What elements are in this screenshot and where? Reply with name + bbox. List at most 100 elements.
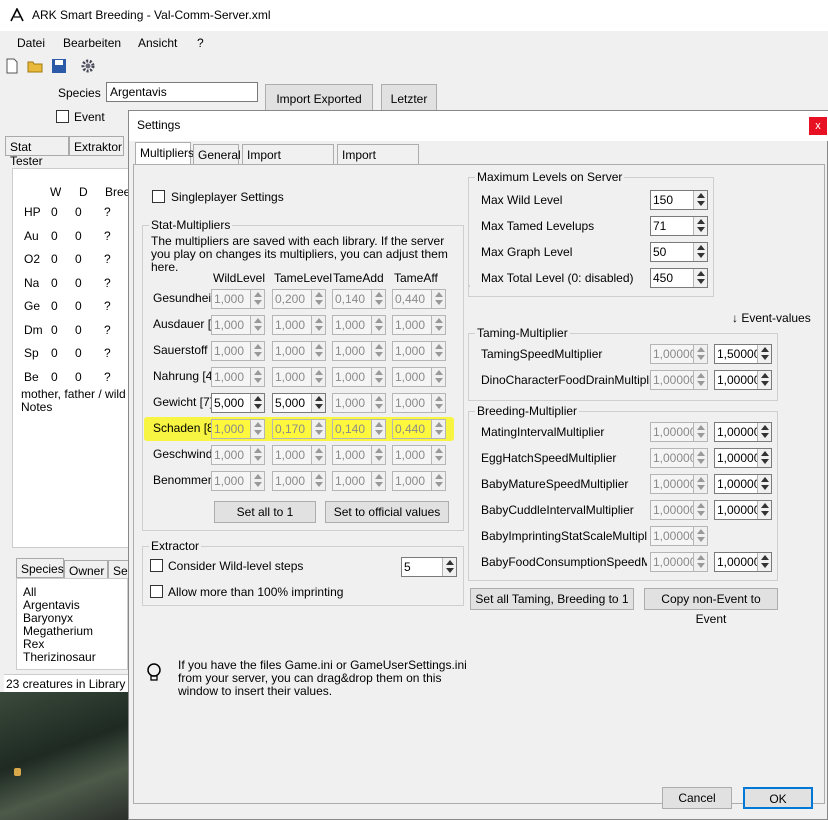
event-checkbox[interactable] xyxy=(56,110,69,123)
spinner-icon[interactable] xyxy=(757,553,771,571)
spinner-icon[interactable] xyxy=(431,446,445,464)
stat-multiplier-input[interactable]: 1,000 xyxy=(332,341,386,361)
new-file-icon[interactable] xyxy=(4,58,20,74)
stat-multiplier-input[interactable]: 1,000 xyxy=(392,445,446,465)
tab-import-exported[interactable]: Import Exported xyxy=(337,144,419,176)
spinner-icon[interactable] xyxy=(431,342,445,360)
stat-multiplier-input[interactable]: 0,140 xyxy=(332,419,386,439)
tab-import-savegame[interactable]: Import Savegame xyxy=(242,144,334,176)
stat-multiplier-input[interactable]: 5,000 xyxy=(211,393,265,413)
close-button[interactable]: x xyxy=(809,117,827,135)
spinner-icon[interactable] xyxy=(371,342,385,360)
species-list-item[interactable]: Megatherium xyxy=(23,624,93,638)
spinner-icon[interactable] xyxy=(757,501,771,519)
max-level-input[interactable]: 450 xyxy=(650,268,708,288)
spinner-icon[interactable] xyxy=(757,475,771,493)
spinner-icon[interactable] xyxy=(757,449,771,467)
stat-multiplier-input[interactable]: 1,000 xyxy=(211,289,265,309)
letzter-button[interactable]: Letzter xyxy=(381,84,437,112)
spinner-icon[interactable] xyxy=(757,423,771,441)
spinner-icon[interactable] xyxy=(431,290,445,308)
stat-multiplier-input[interactable]: 1,000 xyxy=(332,367,386,387)
spinner-icon[interactable] xyxy=(757,345,771,363)
spinner-icon[interactable] xyxy=(371,368,385,386)
spinner-icon[interactable] xyxy=(693,371,707,389)
spinner-icon[interactable] xyxy=(693,423,707,441)
spinner-icon[interactable] xyxy=(250,316,264,334)
spinner-icon[interactable] xyxy=(693,553,707,571)
spinner-icon[interactable] xyxy=(693,475,707,493)
spinner-icon[interactable] xyxy=(693,191,707,209)
breeding-input[interactable]: 1,00000 xyxy=(650,422,708,442)
spinner-icon[interactable] xyxy=(250,394,264,412)
spinner-icon[interactable] xyxy=(311,394,325,412)
species-list-item[interactable]: Baryonyx xyxy=(23,611,73,625)
spinner-icon[interactable] xyxy=(693,269,707,287)
spinner-icon[interactable] xyxy=(693,501,707,519)
stat-multiplier-input[interactable]: 1,000 xyxy=(211,341,265,361)
stat-multiplier-input[interactable]: 0,170 xyxy=(272,419,326,439)
spinner-icon[interactable] xyxy=(311,472,325,490)
wild-steps-input[interactable]: 5 xyxy=(401,557,457,577)
breeding-input[interactable]: 1,00000 xyxy=(714,448,772,468)
max-level-input[interactable]: 150 xyxy=(650,190,708,210)
spinner-icon[interactable] xyxy=(311,342,325,360)
stat-multiplier-input[interactable]: 1,000 xyxy=(211,315,265,335)
stat-multiplier-input[interactable]: 0,200 xyxy=(272,289,326,309)
stat-multiplier-input[interactable]: 1,000 xyxy=(332,471,386,491)
spinner-icon[interactable] xyxy=(442,558,456,576)
stat-multiplier-input[interactable]: 1,000 xyxy=(392,341,446,361)
tab-stat-tester[interactable]: Stat Tester xyxy=(5,136,69,168)
spinner-icon[interactable] xyxy=(431,420,445,438)
spinner-icon[interactable] xyxy=(311,420,325,438)
stat-multiplier-input[interactable]: 1,000 xyxy=(392,393,446,413)
wild-steps-checkbox[interactable] xyxy=(150,559,163,572)
import-exported-button[interactable]: Import Exported xyxy=(265,84,373,112)
stat-multiplier-input[interactable]: 1,000 xyxy=(211,471,265,491)
stat-multiplier-input[interactable]: 1,000 xyxy=(392,367,446,387)
stat-multiplier-input[interactable]: 1,000 xyxy=(211,445,265,465)
taming-input[interactable]: 1,50000 xyxy=(714,344,772,364)
species-list-item[interactable]: Therizinosaur xyxy=(23,650,96,664)
stat-multiplier-input[interactable]: 1,000 xyxy=(272,341,326,361)
cancel-button[interactable]: Cancel xyxy=(662,787,732,809)
stat-multiplier-input[interactable]: 1,000 xyxy=(332,445,386,465)
spinner-icon[interactable] xyxy=(311,316,325,334)
spinner-icon[interactable] xyxy=(371,472,385,490)
spinner-icon[interactable] xyxy=(250,368,264,386)
stat-multiplier-input[interactable]: 0,440 xyxy=(392,419,446,439)
max-level-input[interactable]: 50 xyxy=(650,242,708,262)
taming-input[interactable]: 1,00000 xyxy=(650,370,708,390)
taming-input[interactable]: 1,00000 xyxy=(714,370,772,390)
menu-bearbeiten[interactable]: Bearbeiten xyxy=(63,36,121,50)
stat-multiplier-input[interactable]: 1,000 xyxy=(332,315,386,335)
breeding-input[interactable]: 1,00000 xyxy=(714,500,772,520)
spinner-icon[interactable] xyxy=(371,446,385,464)
stat-multiplier-input[interactable]: 1,000 xyxy=(392,471,446,491)
spinner-icon[interactable] xyxy=(371,420,385,438)
stat-multiplier-input[interactable]: 1,000 xyxy=(272,315,326,335)
tab-general[interactable]: General xyxy=(193,144,241,164)
stat-multiplier-input[interactable]: 1,000 xyxy=(272,471,326,491)
spinner-icon[interactable] xyxy=(693,449,707,467)
menu-ansicht[interactable]: Ansicht xyxy=(138,36,177,50)
spinner-icon[interactable] xyxy=(311,290,325,308)
spinner-icon[interactable] xyxy=(311,446,325,464)
stat-multiplier-input[interactable]: 1,000 xyxy=(272,445,326,465)
breeding-input[interactable]: 1,00000 xyxy=(714,474,772,494)
spinner-icon[interactable] xyxy=(250,472,264,490)
copy-non-event-button[interactable]: Copy non-Event to Event xyxy=(644,588,778,626)
spinner-icon[interactable] xyxy=(431,368,445,386)
spinner-icon[interactable] xyxy=(693,527,707,545)
breeding-input[interactable]: 1,00000 xyxy=(650,552,708,572)
spinner-icon[interactable] xyxy=(757,371,771,389)
stat-multiplier-input[interactable]: 5,000 xyxy=(272,393,326,413)
breeding-input[interactable]: 1,00000 xyxy=(714,422,772,442)
spinner-icon[interactable] xyxy=(693,345,707,363)
stat-multiplier-input[interactable]: 1,000 xyxy=(211,419,265,439)
spinner-icon[interactable] xyxy=(250,446,264,464)
spinner-icon[interactable] xyxy=(311,368,325,386)
spinner-icon[interactable] xyxy=(431,472,445,490)
tab-extraktor[interactable]: Extraktor xyxy=(69,136,124,156)
spinner-icon[interactable] xyxy=(250,420,264,438)
